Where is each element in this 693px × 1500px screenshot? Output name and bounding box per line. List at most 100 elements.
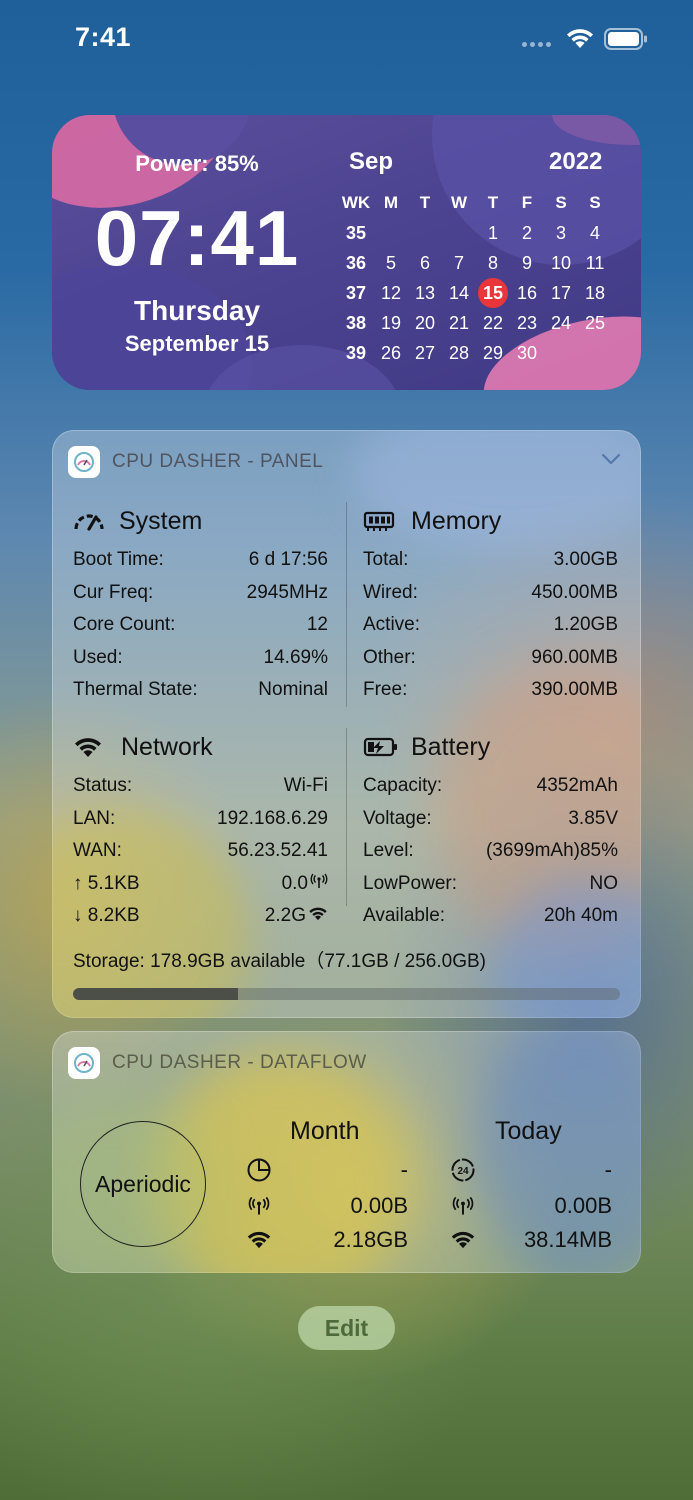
weekday-header: M [383,193,399,212]
row-label: Available: [363,905,446,926]
system-row: Boot Time: 6 d 17:56 [73,544,328,577]
battery-row: Level: (3699mAh)85% [363,835,618,868]
row-value: 6 d 17:56 [248,549,328,570]
calendar-week-row: 39 26 27 28 29 30 [338,338,612,368]
week-number: 38 [345,313,367,333]
today-wifi-value: 38.14MB [523,1227,612,1252]
calendar-month: Sep [349,148,394,175]
week-number: 36 [345,253,367,273]
week-column-header: WK [341,193,371,212]
calendar-week-row: 35 1 2 3 4 [338,218,612,248]
panel-header: CPU DASHER - PANEL [68,446,323,478]
memory-title-label: Memory [411,506,502,535]
row-value: 3.85V [568,807,618,829]
row-label: Voltage: [363,807,432,829]
status-bar: 7:41 [0,0,693,80]
calendar-day: 6 [419,253,430,273]
row-label: Active: [363,614,421,635]
aperiodic-badge: Aperiodic [80,1121,206,1247]
storage-progress-fill [73,988,238,1000]
calendar-day: 23 [516,313,538,333]
calendar-day [374,218,408,248]
download-speed: 8.2KB [87,905,140,926]
memory-row: Other: 960.00MB [363,642,618,675]
row-value: 960.00MB [531,646,618,668]
gauge-icon [73,510,111,532]
calendar-day: 17 [550,283,572,303]
clock-calendar-widget[interactable]: Power: 85% 07:41 Thursday September 15 S… [52,115,641,390]
calendar-day: 9 [521,253,532,273]
calendar-day [578,338,612,368]
memory-row: Total: 3.00GB [363,544,618,577]
status-time: 7:41 [75,22,132,52]
calendar-day: 11 [585,253,605,273]
calendar-day: 29 [482,343,504,363]
upload-cellular-value: 0.0 [281,872,308,894]
week-number: 37 [345,283,367,303]
row-value: 390.00MB [531,679,618,700]
row-value: 1.20GB [553,614,618,635]
chevron-down-icon[interactable] [600,452,622,466]
system-section: System Boot Time: 6 d 17:56 Cur Freq: 2945… [73,504,328,707]
row-label: WAN: [73,840,122,861]
download-row: ↓ 8.2KB 2.2G [73,900,328,933]
battery-section: Battery Capacity: 4352mAh Voltage: 3.85V L… [363,730,618,933]
storage-progress-bar [73,988,620,1000]
panel-title: CPU DASHER - DATAFLOW [112,1052,367,1073]
weekday-header: S [555,193,567,212]
calendar-day: 12 [380,283,402,303]
arrow-down-icon: ↓ [73,905,83,926]
row-label: Thermal State: [73,679,198,700]
cpu-dasher-panel-widget[interactable]: CPU DASHER - PANEL System Boot Time: 6 d … [52,430,641,1018]
battery-row: Voltage: 3.85V [363,803,618,836]
row-value: 3.00GB [553,549,618,570]
calendar-day [408,218,442,248]
row-value: 450.00MB [531,581,618,603]
memory-row: Free: 390.00MB [363,674,618,707]
today-date-number: 15 [482,283,504,303]
system-row: Used: 14.69% [73,642,328,675]
calendar-day: 18 [584,283,606,303]
calendar-day: 2 [521,223,532,243]
memory-chip-icon [363,509,401,533]
battery-title: Battery [363,730,618,764]
power-level: Power: 85% [135,151,259,176]
row-value: Wi-Fi [283,775,328,796]
row-label: LAN: [73,807,116,829]
calendar-week-row: 38 19 20 21 22 23 24 25 [338,308,612,338]
calendar-day: 24 [550,313,572,333]
clock-time: 07:41 [94,194,300,282]
row-label: Used: [73,646,123,668]
calendar-day: 3 [555,223,566,243]
battery-charging-icon [363,736,401,758]
row-label: Boot Time: [73,549,164,570]
mode-label: Aperiodic [95,1170,191,1197]
calendar-day: 14 [448,283,470,303]
calendar-day: 30 [516,343,538,363]
cpu-dasher-dataflow-widget[interactable]: CPU DASHER - DATAFLOW Aperiodic Month To… [52,1031,641,1273]
memory-title: Memory [363,504,618,538]
upload-row: ↑ 5.1KB 0.0 [73,868,328,901]
battery-row: LowPower: NO [363,868,618,901]
calendar-day: 27 [414,343,436,363]
weekday-header: T [419,193,431,212]
calendar-day [544,338,578,368]
weekday-header: S [589,193,601,212]
row-value: 56.23.52.41 [227,840,328,861]
row-value: 12 [306,614,328,635]
arrow-up-icon: ↑ [73,872,83,894]
battery-title-label: Battery [411,732,491,761]
system-title: System [73,504,328,538]
calendar-day: 4 [589,223,600,243]
edit-button[interactable]: Edit [298,1306,395,1350]
week-number: 39 [345,343,367,363]
row-value: 20h 40m [544,905,618,926]
row-value: (3699mAh)85% [485,840,618,861]
calendar-day-today: 15 [476,278,510,308]
row-label: Other: [363,646,416,668]
upload-speed: 5.1KB [87,872,140,894]
calendar-header-row: WK M T W T F S S [338,188,612,218]
app-icon [68,446,100,478]
month-cellular-value: 0.00B [350,1193,409,1218]
wifi-icon [451,1231,475,1249]
